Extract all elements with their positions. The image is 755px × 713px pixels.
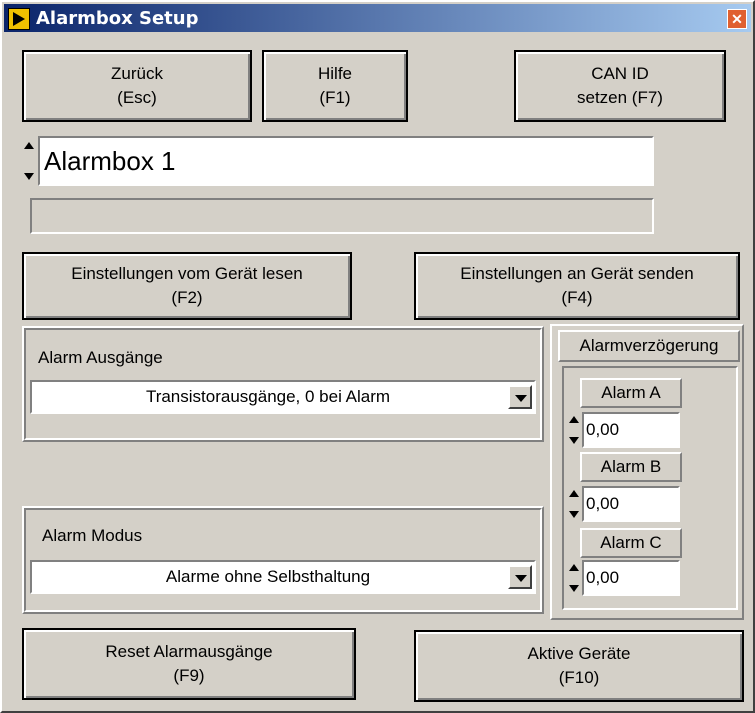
alarm-a-spinner[interactable] [569,414,581,446]
active-devices-button[interactable]: Aktive Geräte (F10) [414,630,744,702]
spin-down-icon[interactable] [569,511,579,518]
set-can-id-shortcut: setzen (F7) [577,88,663,107]
spin-up-icon[interactable] [569,416,579,423]
alarm-mode-group: Alarm Modus Alarme ohne Selbsthaltung [22,506,544,614]
alarm-b-delay-input[interactable]: 0,00 [582,486,680,522]
chevron-down-icon[interactable] [508,565,532,589]
active-devices-label: Aktive Geräte [527,644,631,663]
title-bar: Alarmbox Setup ✕ [4,4,751,32]
spin-up-icon[interactable] [24,142,34,149]
spin-down-icon[interactable] [569,437,579,444]
back-button-label: Zurück [111,64,163,83]
alarm-outputs-value: Transistorausgänge, 0 bei Alarm [145,387,391,406]
read-settings-label: Einstellungen vom Gerät lesen [71,264,303,283]
help-button-label: Hilfe [317,64,352,83]
back-button[interactable]: Zurück (Esc) [22,50,252,122]
alarm-outputs-group: Alarm Ausgänge Transistorausgänge, 0 bei… [22,326,544,442]
alarm-b-spinner[interactable] [569,488,581,520]
back-button-shortcut: (Esc) [117,88,157,107]
app-icon [8,8,30,30]
read-settings-shortcut: (F2) [171,288,203,307]
alarm-b-label: Alarm B [580,452,682,482]
close-icon[interactable]: ✕ [727,9,747,29]
reset-alarm-outputs-button[interactable]: Reset Alarmausgänge (F9) [22,628,356,700]
send-settings-label: Einstellungen an Gerät senden [460,264,694,283]
help-button[interactable]: Hilfe (F1) [262,50,408,122]
reset-alarm-outputs-shortcut: (F9) [173,666,205,685]
alarm-outputs-label: Alarm Ausgänge [38,348,163,367]
send-settings-button[interactable]: Einstellungen an Gerät senden (F4) [414,252,740,320]
alarm-a-label: Alarm A [580,378,682,408]
alarm-a-delay-input[interactable]: 0,00 [582,412,680,448]
help-button-shortcut: (F1) [319,88,351,107]
chevron-down-icon[interactable] [508,385,532,409]
device-name-field[interactable]: Alarmbox 1 [38,136,654,186]
device-spinner[interactable] [24,140,36,182]
spin-up-icon[interactable] [569,490,579,497]
alarm-mode-value: Alarme ohne Selbsthaltung [165,567,371,586]
status-indicator [30,198,654,234]
set-can-id-button[interactable]: CAN ID setzen (F7) [514,50,726,122]
alarmbox-setup-window: Alarmbox Setup ✕ Zurück (Esc) Hilfe (F1)… [0,0,755,713]
alarm-outputs-select[interactable]: Transistorausgänge, 0 bei Alarm [30,380,536,414]
spin-down-icon[interactable] [24,173,34,180]
window-title: Alarmbox Setup [36,8,199,29]
read-settings-button[interactable]: Einstellungen vom Gerät lesen (F2) [22,252,352,320]
active-devices-shortcut: (F10) [558,668,600,687]
alarm-c-delay-input[interactable]: 0,00 [582,560,680,596]
reset-alarm-outputs-label: Reset Alarmausgänge [105,642,273,661]
spin-up-icon[interactable] [569,564,579,571]
alarm-c-label: Alarm C [580,528,682,558]
set-can-id-label: CAN ID [591,64,649,83]
alarm-c-spinner[interactable] [569,562,581,594]
alarm-mode-select[interactable]: Alarme ohne Selbsthaltung [30,560,536,594]
alarm-mode-label: Alarm Modus [42,526,143,545]
send-settings-shortcut: (F4) [561,288,593,307]
spin-down-icon[interactable] [569,585,579,592]
